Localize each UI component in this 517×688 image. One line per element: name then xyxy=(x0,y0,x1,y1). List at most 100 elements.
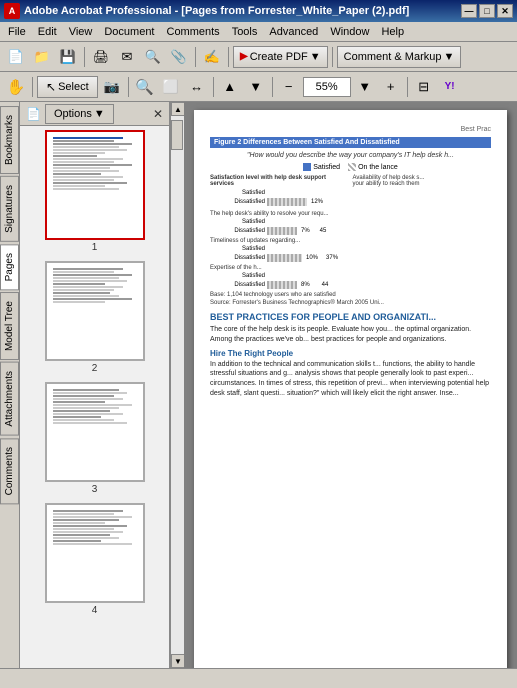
save-button[interactable]: 💾 xyxy=(56,45,80,69)
panel-scrollbar[interactable]: ▲ ▼ xyxy=(170,102,184,668)
new-button[interactable]: 📄 xyxy=(4,45,28,69)
fit-width-button[interactable]: ↔ xyxy=(185,75,209,99)
chart-1-title: Satisfaction level with help desk suppor… xyxy=(210,175,349,187)
chart-section-4: Expertise of the h... Satisfied Dissatis… xyxy=(210,265,491,289)
bar-dissatisfied-2 xyxy=(267,227,297,235)
model-tree-tab[interactable]: Model Tree xyxy=(0,292,19,360)
title-text: Adobe Acrobat Professional - [Pages from… xyxy=(24,5,461,17)
chart-right-label-1: Availability of help desk s...your abili… xyxy=(353,175,492,207)
chart-4-row-2: Dissatisfied 8% 44 xyxy=(210,281,491,289)
page-2-thumbnail[interactable] xyxy=(45,261,145,361)
scroll-up-button[interactable]: ▲ xyxy=(171,102,185,116)
menu-window[interactable]: Window xyxy=(324,24,375,40)
close-panel-button[interactable]: ✕ xyxy=(153,107,163,121)
attach-button[interactable]: 📎 xyxy=(167,45,191,69)
pages-panel: 📄 Options ▼ ✕ xyxy=(20,102,170,668)
menu-file[interactable]: File xyxy=(2,24,32,40)
chart-section-1: Satisfaction level with help desk suppor… xyxy=(210,175,491,207)
menu-tools[interactable]: Tools xyxy=(226,24,264,40)
main-layout: Bookmarks Signatures Pages Model Tree At… xyxy=(0,102,517,668)
menu-edit[interactable]: Edit xyxy=(32,24,63,40)
misc-button[interactable]: ⊟ xyxy=(412,75,436,99)
scroll-track[interactable] xyxy=(171,116,184,654)
snapshot-button[interactable]: 📷 xyxy=(100,75,124,99)
bar-dissatisfied-1 xyxy=(267,198,307,206)
chart-left: Satisfaction level with help desk suppor… xyxy=(210,175,349,207)
page-4-thumbnail[interactable] xyxy=(45,503,145,603)
pages-tab[interactable]: Pages xyxy=(0,244,19,290)
comment-markup-button[interactable]: Comment & Markup ▼ xyxy=(337,46,462,68)
search-button[interactable]: 🔍 xyxy=(141,45,165,69)
select-tool-button[interactable]: ↖ Select xyxy=(37,76,98,98)
menu-document[interactable]: Document xyxy=(98,24,160,40)
chart-4-row-1: Satisfied xyxy=(210,272,491,280)
create-pdf-button[interactable]: ▶ Create PDF ▼ xyxy=(233,46,328,68)
zoom-level-display[interactable]: 55% xyxy=(303,77,351,97)
toolbar-main: 📄 📁 💾 🖨 ✉ 🔍 📎 ✍ ▶ Create PDF ▼ Comment &… xyxy=(0,42,517,72)
chart-4-title: Expertise of the h... xyxy=(210,265,491,271)
chart-2-row-2: Dissatisfied 7% 45 xyxy=(210,227,491,235)
open-button[interactable]: 📁 xyxy=(30,45,54,69)
zoom-plus-button[interactable]: + xyxy=(379,75,403,99)
bookmarks-tab[interactable]: Bookmarks xyxy=(0,106,19,174)
chart-1-row-2: Dissatisfied 12% xyxy=(210,198,349,206)
comments-tab[interactable]: Comments xyxy=(0,438,19,504)
panel-content: 1 xyxy=(20,126,169,668)
prev-page-button[interactable]: ▲ xyxy=(218,75,242,99)
zoom-minus-button[interactable]: − xyxy=(277,75,301,99)
chart-3-row-2: Dissatisfied 10% 37% xyxy=(210,254,491,262)
hand-tool-button[interactable]: ✋ xyxy=(4,75,28,99)
signatures-tab[interactable]: Signatures xyxy=(0,176,19,242)
zoom-dropdown-button[interactable]: ▼ xyxy=(353,75,377,99)
page-1-thumbnail[interactable] xyxy=(45,130,145,240)
body-text-1: The core of the help desk is its people.… xyxy=(210,325,491,345)
scroll-down-button[interactable]: ▼ xyxy=(171,654,185,668)
menu-bar: File Edit View Document Comments Tools A… xyxy=(0,22,517,42)
next-page-button[interactable]: ▼ xyxy=(244,75,268,99)
menu-help[interactable]: Help xyxy=(375,24,410,40)
maximize-button[interactable]: □ xyxy=(479,4,495,18)
title-bar: A Adobe Acrobat Professional - [Pages fr… xyxy=(0,0,517,22)
chart-2-title: The help desk's ability to resolve your … xyxy=(210,211,491,217)
page-1-label: 1 xyxy=(92,242,98,253)
print-button[interactable]: 🖨 xyxy=(89,45,113,69)
separator-3 xyxy=(228,47,229,67)
document-view: Best Prac Figure 2 Differences Between S… xyxy=(184,102,517,668)
close-button[interactable]: ✕ xyxy=(497,4,513,18)
zoom-out-button[interactable]: 🔍 xyxy=(133,75,157,99)
menu-view[interactable]: View xyxy=(63,24,99,40)
page-1-container: 1 xyxy=(45,130,145,253)
legend-satisfied-color xyxy=(303,163,311,171)
options-button[interactable]: Options ▼ xyxy=(45,104,114,124)
body-text-2: In addition to the technical and communi… xyxy=(210,360,491,399)
toolbar-secondary: ✋ ↖ Select 📷 🔍 ⬜ ↔ ▲ ▼ − 55% ▼ + ⊟ Y! xyxy=(0,72,517,102)
attachments-tab[interactable]: Attachments xyxy=(0,362,19,436)
panel-header: 📄 Options ▼ ✕ xyxy=(20,102,169,126)
doc-header-text: Best Prac xyxy=(210,126,491,133)
sign-button[interactable]: ✍ xyxy=(200,45,224,69)
minimize-button[interactable]: — xyxy=(461,4,477,18)
scroll-thumb[interactable] xyxy=(171,120,183,150)
separator-9 xyxy=(407,77,408,97)
separator-8 xyxy=(272,77,273,97)
window-controls[interactable]: — □ ✕ xyxy=(461,4,513,18)
page-3-container: 3 xyxy=(45,382,145,495)
doc-quote: "How would you describe the way your com… xyxy=(210,152,491,159)
menu-advanced[interactable]: Advanced xyxy=(263,24,324,40)
left-tabs: Bookmarks Signatures Pages Model Tree At… xyxy=(0,102,20,668)
separator-2 xyxy=(195,47,196,67)
bar-dissatisfied-3 xyxy=(267,254,302,262)
chart-1-row-1: Satisfied xyxy=(210,189,349,197)
separator-6 xyxy=(128,77,129,97)
base-text: Base: 1,104 technology users who are sat… xyxy=(210,292,491,298)
fit-page-button[interactable]: ⬜ xyxy=(159,75,183,99)
yahoo-button[interactable]: Y! xyxy=(438,75,462,99)
email-button[interactable]: ✉ xyxy=(115,45,139,69)
chart-2-row-1: Satisfied xyxy=(210,218,491,226)
chart-section-2: The help desk's ability to resolve your … xyxy=(210,211,491,235)
source-text: Source: Forrester's Business Technograph… xyxy=(210,300,491,306)
menu-comments[interactable]: Comments xyxy=(161,24,226,40)
subsection-title: Hire The Right People xyxy=(210,349,491,358)
page-2-container: 2 xyxy=(45,261,145,374)
page-3-thumbnail[interactable] xyxy=(45,382,145,482)
